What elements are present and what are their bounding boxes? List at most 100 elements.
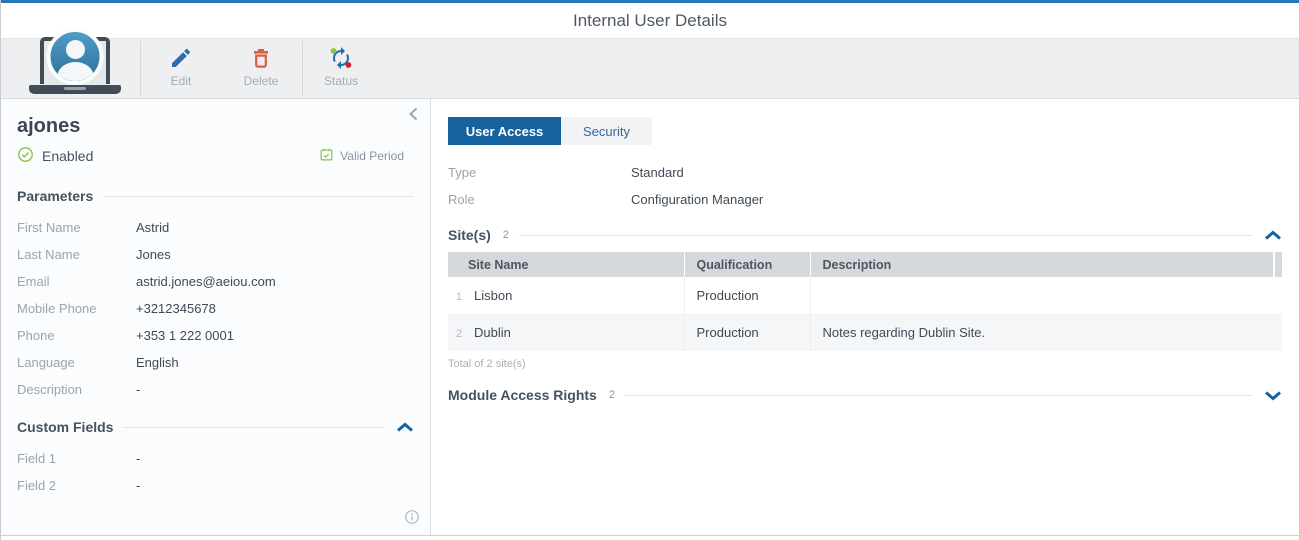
parameter-row: Language English bbox=[17, 349, 414, 376]
field-label: Type bbox=[448, 165, 477, 180]
field-value: +353 1 222 0001 bbox=[136, 328, 234, 343]
access-fields: Type Standard Role Configuration Manager bbox=[448, 159, 1282, 213]
user-summary-panel: ajones Enabled Valid Period Parameters F… bbox=[1, 99, 431, 535]
detail-tabs: User Access Security bbox=[448, 117, 1282, 145]
tab-user-access[interactable]: User Access bbox=[448, 117, 561, 145]
access-field-row: Role Configuration Manager bbox=[448, 186, 1282, 213]
field-label: Description bbox=[17, 382, 83, 397]
field-label: Field 2 bbox=[17, 478, 57, 493]
field-value: - bbox=[136, 478, 141, 493]
section-divider-line bbox=[624, 394, 1252, 396]
module-access-count-badge: 2 bbox=[608, 389, 615, 401]
access-field-row: Type Standard bbox=[448, 159, 1282, 186]
sites-title: Site(s) bbox=[448, 227, 491, 243]
qualification-cell: Production bbox=[684, 314, 811, 351]
row-number: 1 bbox=[456, 290, 463, 303]
site-name-cell: Dublin bbox=[474, 325, 511, 341]
delete-button-label: Delete bbox=[243, 74, 279, 88]
site-row-lisbon[interactable]: 1 Lisbon Production bbox=[448, 277, 1282, 315]
module-access-title: Module Access Rights bbox=[448, 387, 597, 403]
field-label: Mobile Phone bbox=[17, 301, 97, 316]
field-value: Standard bbox=[631, 165, 684, 180]
status-button-label: Status bbox=[323, 74, 359, 88]
field-label: First Name bbox=[17, 220, 81, 235]
toolbar: Edit Delete Status bbox=[1, 28, 1299, 99]
edit-button[interactable]: Edit bbox=[149, 46, 213, 88]
field-label: Language bbox=[17, 355, 75, 370]
parameter-row: Phone +353 1 222 0001 bbox=[17, 322, 414, 349]
parameter-row: Description - bbox=[17, 376, 414, 403]
field-value: English bbox=[136, 355, 179, 370]
module-access-section-header: Module Access Rights 2 bbox=[448, 387, 1282, 403]
qualification-cell: Production bbox=[684, 277, 811, 315]
chevron-up-icon[interactable] bbox=[396, 422, 414, 433]
check-circle-icon bbox=[17, 146, 34, 166]
column-header-qualification: Qualification bbox=[684, 252, 811, 277]
description-cell: Notes regarding Dublin Site. bbox=[810, 314, 1282, 351]
parameters-section-header: Parameters bbox=[17, 188, 414, 204]
content-area: ajones Enabled Valid Period Parameters F… bbox=[1, 99, 1299, 536]
sync-arrows-icon bbox=[329, 46, 353, 70]
tab-user-access-label: User Access bbox=[465, 123, 544, 139]
section-divider-line bbox=[518, 234, 1252, 236]
delete-button[interactable]: Delete bbox=[229, 46, 293, 88]
parameters-list: First Name Astrid Last Name Jones Email ast… bbox=[17, 214, 414, 403]
field-label: Phone bbox=[17, 328, 55, 343]
site-row-dublin[interactable]: 2 Dublin Production Notes regarding Dubli… bbox=[448, 314, 1282, 351]
parameter-row: First Name Astrid bbox=[17, 214, 414, 241]
parameter-row: Mobile Phone +3212345678 bbox=[17, 295, 414, 322]
custom-fields-title: Custom Fields bbox=[17, 419, 114, 435]
field-value: - bbox=[136, 451, 141, 466]
title-bar: Internal User Details bbox=[1, 3, 1299, 38]
sites-section-header: Site(s) 2 bbox=[448, 227, 1282, 243]
parameters-title: Parameters bbox=[17, 188, 94, 204]
sites-table: Site Name Qualification Description 1 Lis… bbox=[448, 252, 1282, 351]
calendar-check-icon bbox=[319, 147, 334, 165]
custom-fields-section-header: Custom Fields bbox=[17, 419, 414, 435]
sites-total-text: Total of 2 site(s) bbox=[448, 358, 526, 370]
sites-count-badge: 2 bbox=[502, 229, 509, 241]
enabled-status-label: Enabled bbox=[42, 148, 94, 164]
info-circle-icon[interactable] bbox=[404, 509, 420, 530]
valid-period-badge[interactable]: Valid Period bbox=[319, 147, 404, 165]
column-header-site-name: Site Name bbox=[448, 252, 685, 277]
field-value: Jones bbox=[136, 247, 171, 262]
field-label: Role bbox=[448, 192, 475, 207]
enabled-status: Enabled bbox=[17, 146, 93, 166]
user-access-panel: User Access Security Type Standard Role Co… bbox=[431, 99, 1299, 535]
panel-collapse-chevron-left-icon[interactable] bbox=[406, 105, 424, 128]
user-avatar-icon bbox=[46, 28, 104, 85]
field-value: astrid.jones@aeiou.com bbox=[136, 274, 276, 289]
sites-table-header-row: Site Name Qualification Description bbox=[448, 252, 1282, 277]
username: ajones bbox=[17, 115, 81, 137]
field-label: Field 1 bbox=[17, 451, 57, 466]
edit-button-label: Edit bbox=[170, 74, 192, 88]
field-value: Configuration Manager bbox=[631, 192, 764, 207]
description-cell bbox=[810, 277, 1282, 315]
pencil-icon bbox=[169, 46, 193, 70]
chevron-up-icon[interactable] bbox=[1264, 230, 1282, 241]
site-name-cell: Lisbon bbox=[474, 287, 513, 303]
status-button[interactable]: Status bbox=[309, 46, 373, 88]
user-photo-badge[interactable] bbox=[29, 28, 121, 96]
field-value: +3212345678 bbox=[136, 301, 216, 316]
chevron-down-icon[interactable] bbox=[1264, 390, 1282, 401]
parameter-row: Email astrid.jones@aeiou.com bbox=[17, 268, 414, 295]
custom-fields-list: Field 1 - Field 2 - bbox=[17, 445, 414, 499]
field-value: - bbox=[136, 382, 141, 397]
section-divider-line bbox=[123, 426, 384, 428]
field-label: Last Name bbox=[17, 247, 80, 262]
internal-user-details-window: Internal User Details Edit Delete Status… bbox=[0, 0, 1300, 540]
status-row: Enabled Valid Period bbox=[17, 146, 414, 166]
column-header-description: Description bbox=[810, 252, 1282, 277]
page-title: Internal User Details bbox=[572, 10, 727, 30]
section-divider-line bbox=[103, 195, 414, 197]
custom-field-row: Field 1 - bbox=[17, 445, 414, 472]
laptop-base bbox=[29, 85, 121, 94]
tab-security[interactable]: Security bbox=[561, 117, 652, 145]
toolbar-divider bbox=[140, 41, 141, 96]
toolbar-divider bbox=[302, 41, 303, 96]
field-label: Email bbox=[17, 274, 50, 289]
tab-security-label: Security bbox=[583, 123, 630, 139]
valid-period-label: Valid Period bbox=[340, 149, 404, 163]
